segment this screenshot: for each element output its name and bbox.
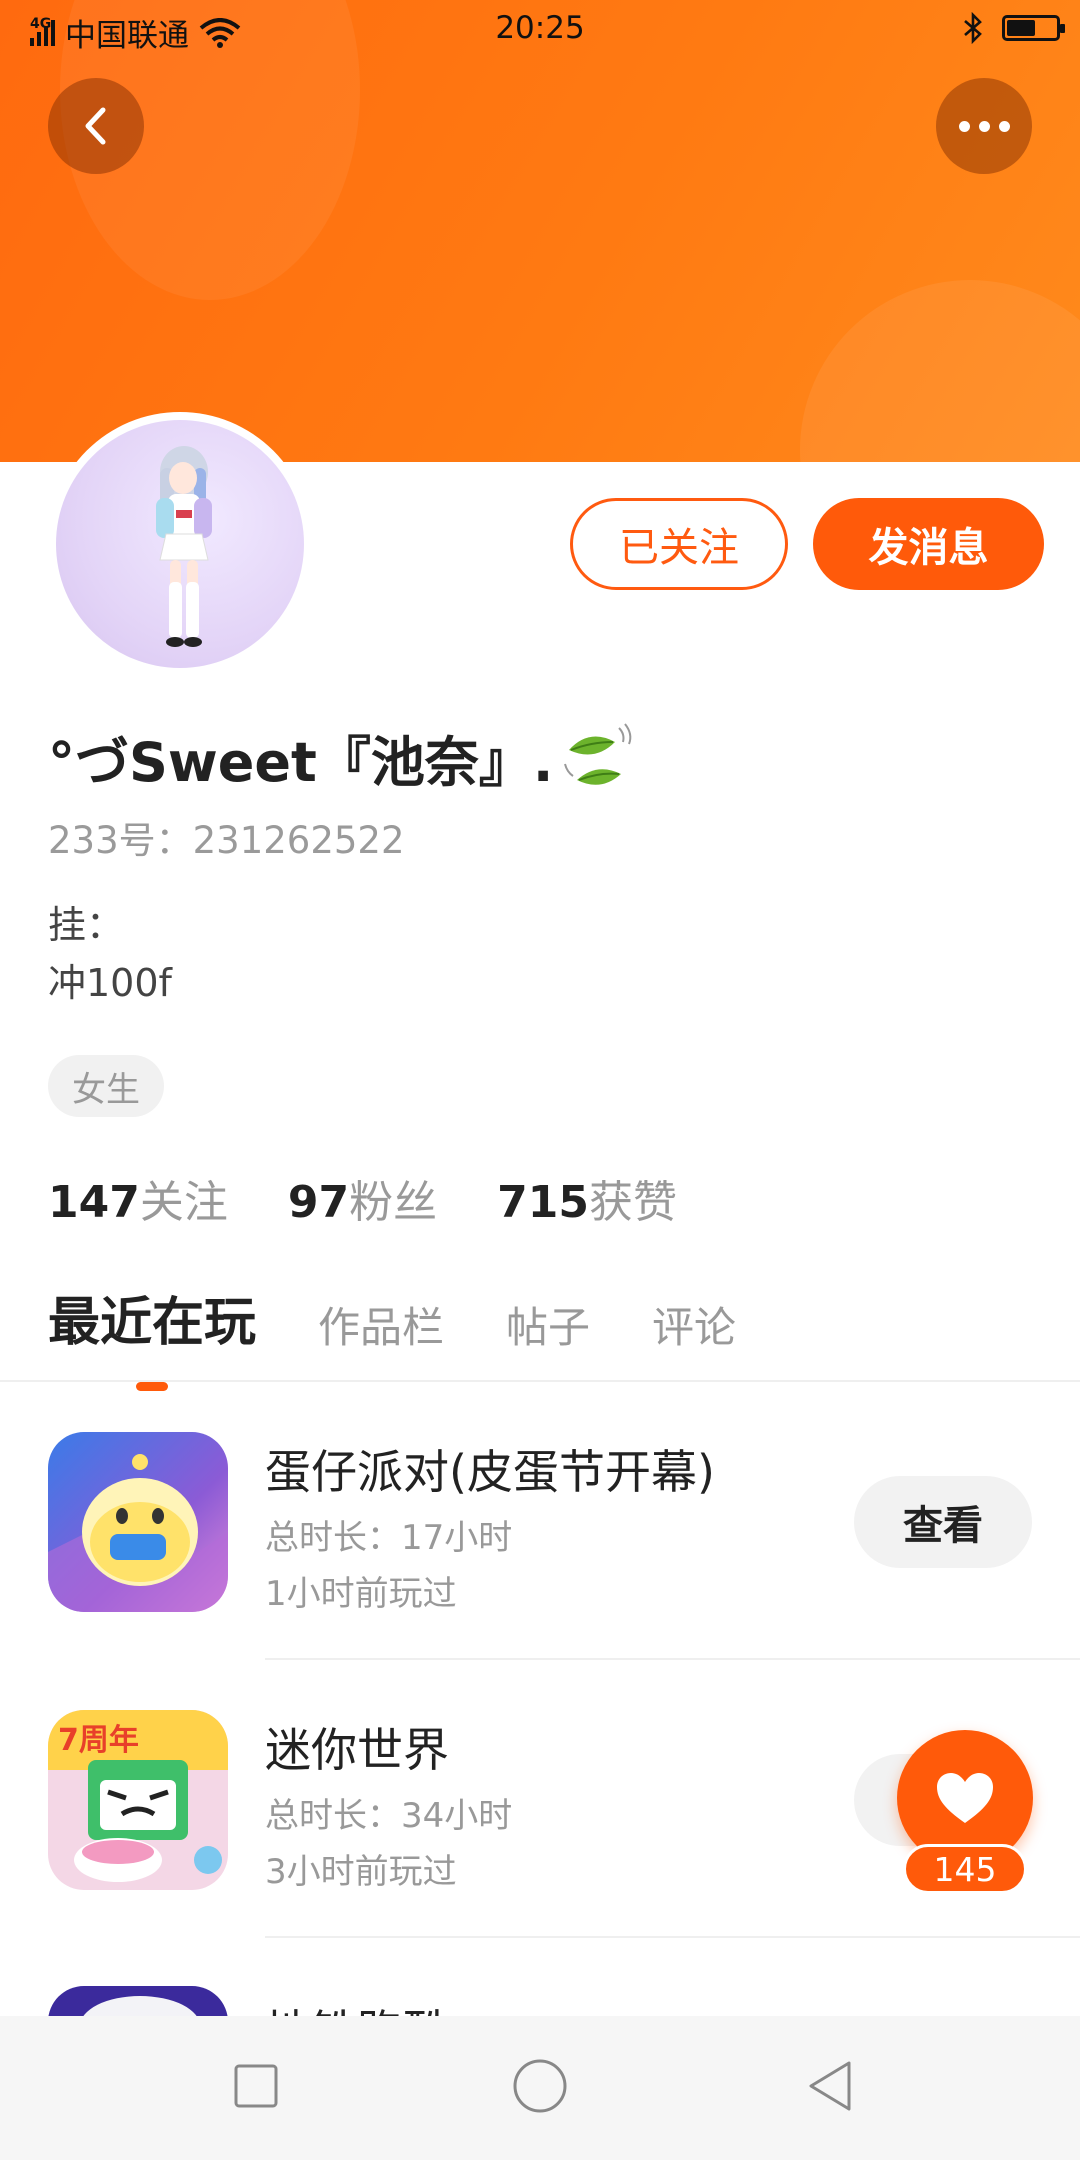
avatar-character-image xyxy=(156,446,212,647)
chevron-left-icon xyxy=(85,107,106,145)
last-played: 3小时前玩过 xyxy=(265,1852,457,1892)
stat-value: 97 xyxy=(287,1177,350,1228)
stat-fans[interactable]: 97粉丝 xyxy=(288,1166,437,1230)
username-row: °づSweet『池奈』. xyxy=(48,718,635,797)
heart-icon xyxy=(937,1773,993,1823)
banner-decoration xyxy=(800,280,1080,462)
game-icon-mini-world: 7周年 xyxy=(48,1710,228,1890)
view-button[interactable]: 查看 xyxy=(854,1476,1032,1568)
clock: 20:25 xyxy=(495,10,585,46)
profile-tabs: 最近在玩 作品栏 帖子 评论 xyxy=(48,1280,736,1391)
like-count: 145 xyxy=(903,1844,1027,1894)
last-played: 1小时前玩过 xyxy=(265,1574,457,1614)
game-title: 蛋仔派对(皮蛋节开幕) xyxy=(265,1445,715,1499)
tab-comments[interactable]: 评论 xyxy=(652,1294,736,1355)
stats-row: 147关注 97粉丝 715获赞 xyxy=(48,1166,677,1230)
play-duration: 总时长：34小时 xyxy=(265,1796,513,1836)
home-button[interactable] xyxy=(510,2056,570,2116)
game-icon-eggy-party xyxy=(48,1432,228,1612)
list-item[interactable]: 地铁跑酷 xyxy=(0,1938,1080,2018)
avatar[interactable] xyxy=(48,412,312,676)
play-duration: 总时长：17小时 xyxy=(265,1518,513,1558)
stat-label: 关注 xyxy=(139,1177,228,1228)
message-button[interactable]: 发消息 xyxy=(813,498,1044,590)
back-button[interactable] xyxy=(48,78,144,174)
stat-value: 715 xyxy=(497,1177,589,1228)
leaf-icon xyxy=(559,720,635,796)
stat-label: 粉丝 xyxy=(349,1177,438,1228)
follow-button[interactable]: 已关注 xyxy=(570,498,788,590)
system-nav-bar xyxy=(0,2016,1080,2160)
profile-banner xyxy=(0,0,1080,462)
more-button[interactable] xyxy=(936,78,1032,174)
stat-value: 147 xyxy=(48,1177,140,1228)
game-meta: 总时长：34小时 3小时前玩过 xyxy=(265,1788,512,1900)
square-icon xyxy=(234,2064,278,2108)
battery-icon xyxy=(1002,15,1065,41)
tab-posts[interactable]: 帖子 xyxy=(506,1294,590,1355)
stat-following[interactable]: 147关注 xyxy=(48,1166,228,1230)
recent-apps-button[interactable] xyxy=(226,2056,286,2116)
bio-text: 挂： 冲100f xyxy=(48,903,172,1005)
circle-icon xyxy=(513,2059,567,2113)
svg-text:7周年: 7周年 xyxy=(58,1723,139,1758)
avatar-image xyxy=(56,420,304,668)
nav-back-button[interactable] xyxy=(800,2056,860,2116)
stat-likes[interactable]: 715获赞 xyxy=(497,1166,677,1230)
more-dots-icon xyxy=(958,120,1010,132)
triangle-back-icon xyxy=(809,2061,851,2111)
tab-recent-played[interactable]: 最近在玩 xyxy=(48,1280,257,1391)
account-id: 233号：231262522 xyxy=(48,819,405,862)
username: °づSweet『池奈』. xyxy=(48,731,554,794)
status-right xyxy=(962,12,1065,44)
game-title: 迷你世界 xyxy=(265,1723,449,1777)
status-bar: 4G 中国联通 20:25 xyxy=(0,0,1080,56)
stat-label: 获赞 xyxy=(588,1177,677,1228)
tab-label: 最近在玩 xyxy=(48,1293,257,1353)
list-item[interactable]: 蛋仔派对(皮蛋节开幕) 总时长：17小时 1小时前玩过 查看 xyxy=(0,1382,1080,1660)
game-meta: 总时长：17小时 1小时前玩过 xyxy=(265,1510,512,1622)
tab-works[interactable]: 作品栏 xyxy=(318,1294,444,1355)
bluetooth-icon xyxy=(964,12,982,44)
game-title: 地铁跑酷 xyxy=(265,1996,449,2018)
game-icon-subway-surfers xyxy=(48,1986,228,2018)
gender-tag: 女生 xyxy=(48,1055,164,1117)
